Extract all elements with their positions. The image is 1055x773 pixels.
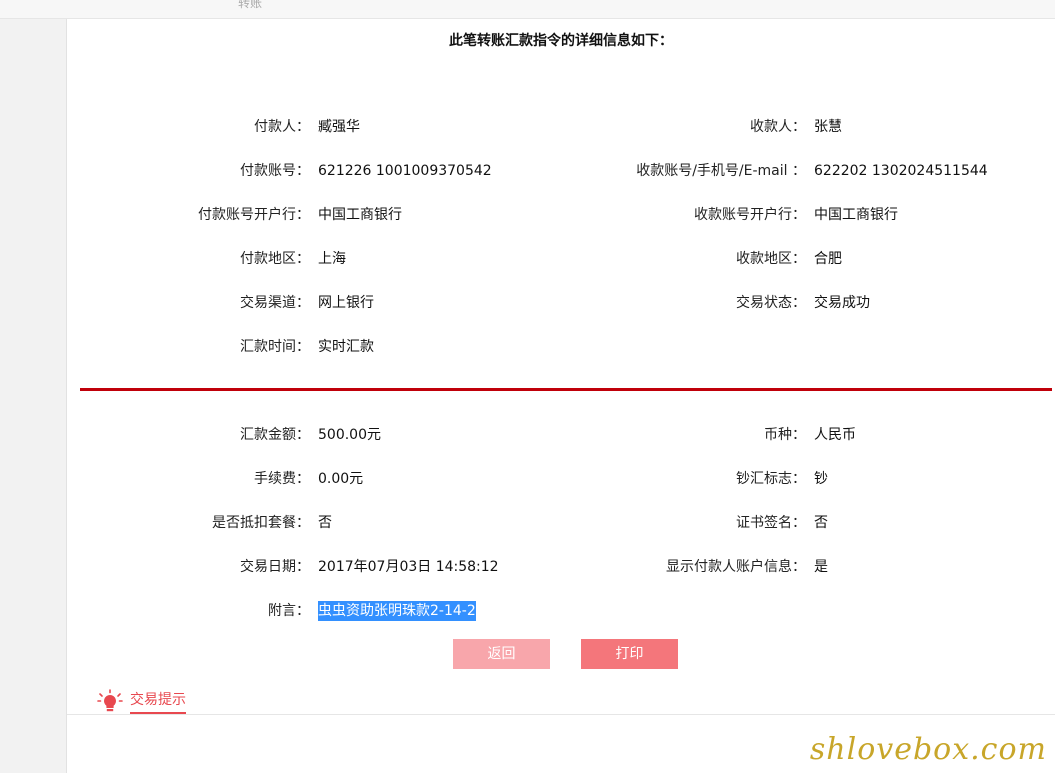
payer-account-value: 621226 1001009370542 [318,163,492,179]
fee-value: 0.00元 [318,471,364,487]
payee-value: 张慧 [814,119,842,135]
cash-flag-label: 钞汇标志： [736,471,806,487]
transfer-detail-panel: 此笔转账汇款指令的详细信息如下： 付款人： 臧强华 付款账号： 621226 1… [67,19,1055,773]
payer-account-label: 付款账号： [240,163,310,179]
payee-account-label: 收款账号/手机号/E-mail ： [636,163,806,179]
tips-label: 交易提示 [130,689,186,715]
amount-value: 500.00元 [318,427,381,443]
show-payer-info-value: 是 [814,559,828,575]
payer-bank-label: 付款账号开户行： [198,207,310,223]
remit-time-value: 实时汇款 [318,339,374,355]
trade-date-label: 交易日期： [240,559,310,575]
cert-sign-label: 证书签名： [736,515,806,531]
trade-date-value: 2017年07月03日 14:58:12 [318,559,499,575]
status-value: 交易成功 [814,295,870,311]
payer-region-label: 付款地区： [240,251,310,267]
status-label: 交易状态： [736,295,806,311]
page-title: 此笔转账汇款指令的详细信息如下： [449,33,673,49]
payer-region-value: 上海 [318,251,346,267]
memo-value[interactable]: 虫虫资助张明珠款2-14-2 [318,601,476,621]
channel-label: 交易渠道： [240,295,310,311]
package-deduct-value: 否 [318,515,332,531]
channel-value: 网上银行 [318,295,374,311]
payee-label: 收款人： [750,119,806,135]
payee-account-value: 622202 1302024511544 [814,163,988,179]
sidebar [0,19,67,773]
remit-time-label: 汇款时间： [240,339,310,355]
lightbulb-icon [97,689,123,712]
payee-bank-label: 收款账号开户行： [694,207,806,223]
currency-value: 人民币 [814,427,856,443]
cash-flag-value: 钞 [814,471,828,487]
print-button[interactable]: 打印 [581,639,678,669]
memo-label: 附言： [268,603,310,619]
payee-region-value: 合肥 [814,251,842,267]
payer-bank-value: 中国工商银行 [318,207,402,223]
top-bar: 转账 [0,0,1055,19]
package-deduct-label: 是否抵扣套餐： [212,515,310,531]
breadcrumb[interactable]: 转账 [238,0,262,11]
payer-label: 付款人： [254,119,310,135]
payee-region-label: 收款地区： [736,251,806,267]
fee-label: 手续费： [254,471,310,487]
tips-divider [67,714,1055,715]
cert-sign-value: 否 [814,515,828,531]
payer-value: 臧强华 [318,119,360,135]
back-button[interactable]: 返回 [453,639,550,669]
currency-label: 币种： [764,427,806,443]
payee-bank-value: 中国工商银行 [814,207,898,223]
watermark: shlovebox.com [809,732,1047,767]
section-divider [80,388,1052,391]
show-payer-info-label: 显示付款人账户信息： [666,559,806,575]
amount-label: 汇款金额： [240,427,310,443]
